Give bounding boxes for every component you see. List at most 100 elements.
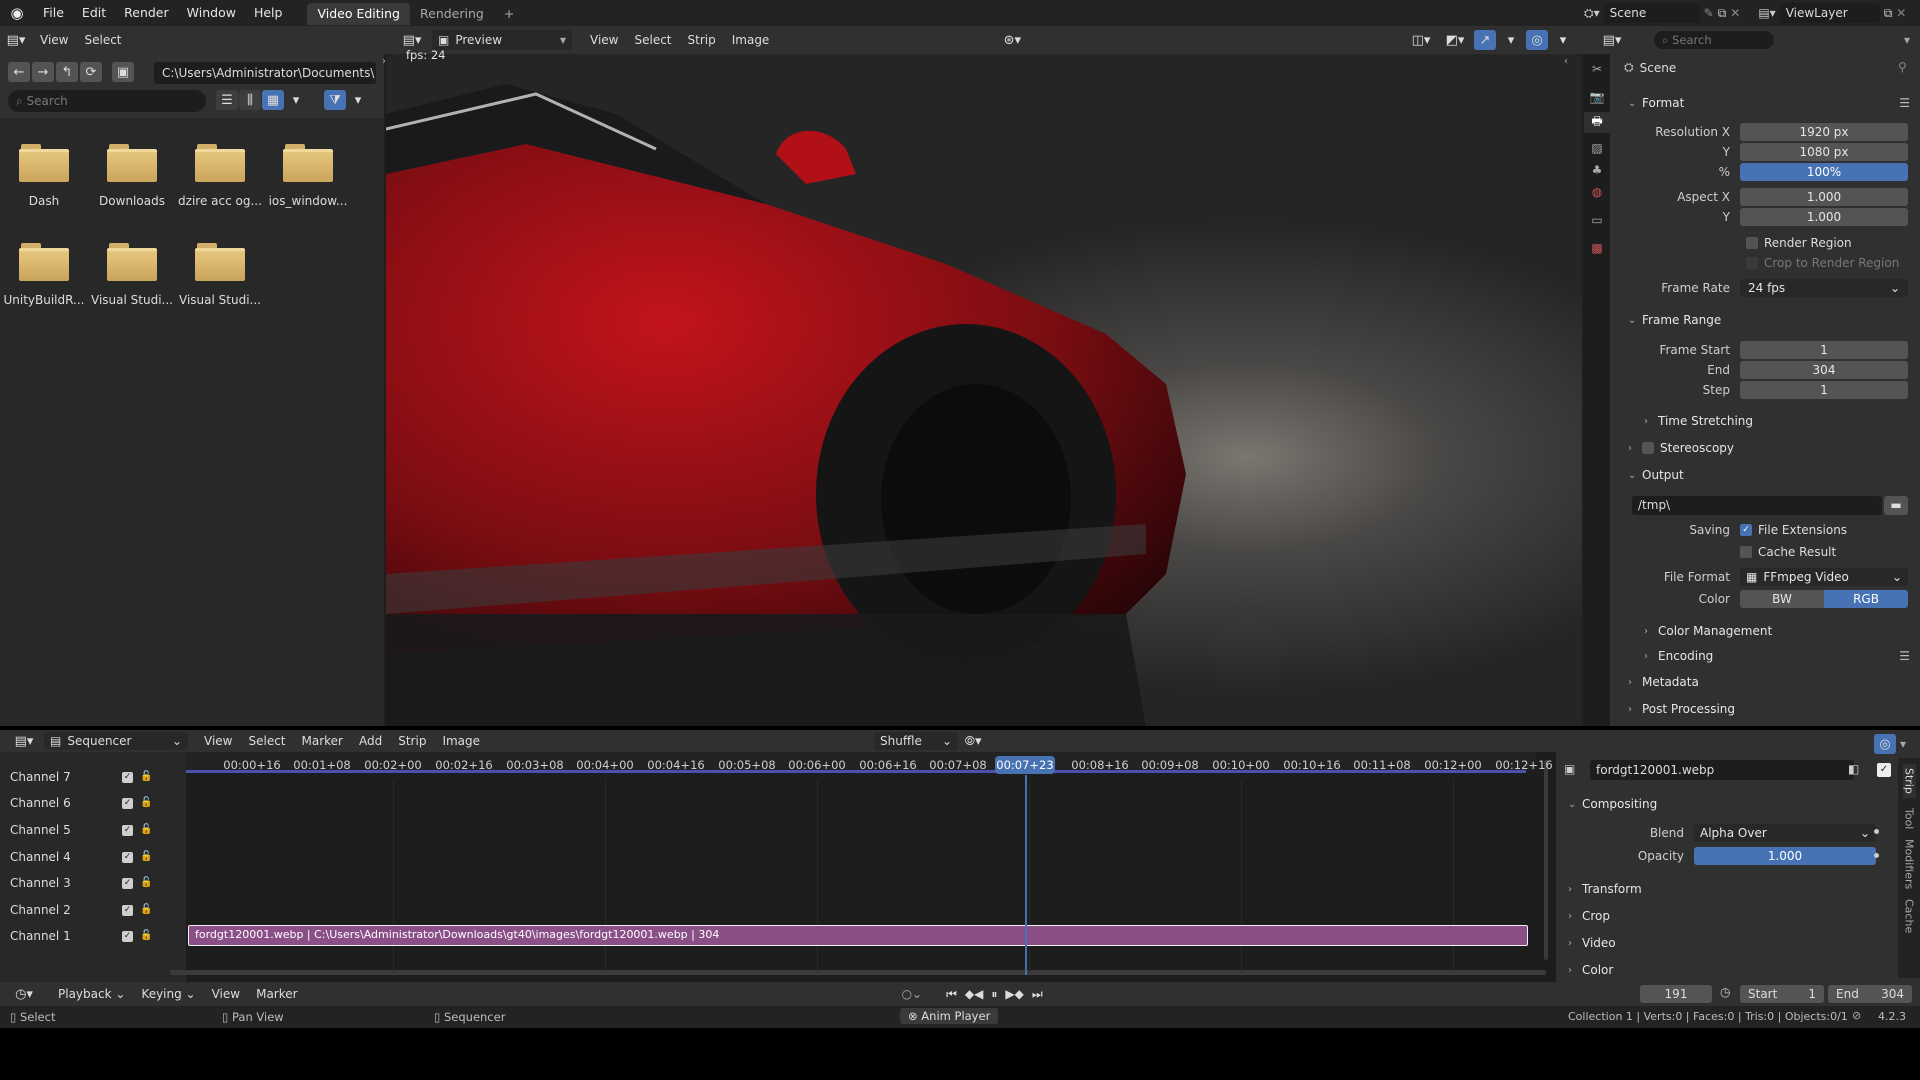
properties-search-input[interactable]: ⌕ Search: [1654, 31, 1774, 49]
timeline-menu-keying[interactable]: Keying ⌄: [133, 987, 203, 1001]
end-frame-field[interactable]: End 304: [1828, 985, 1912, 1003]
section-frame-range[interactable]: ⌄ Frame Range: [1628, 308, 1910, 332]
directory-path-field[interactable]: C:\Users\Administrator\Documents\: [154, 62, 376, 84]
filter-options-icon[interactable]: ▾: [347, 90, 369, 110]
record-icon[interactable]: ○⌄: [902, 987, 923, 1001]
preview-menu-strip[interactable]: Strip: [680, 33, 724, 47]
current-frame-field[interactable]: 191: [1640, 985, 1712, 1003]
scene-name-field[interactable]: Scene: [1603, 3, 1700, 23]
section-stereoscopy[interactable]: › Stereoscopy: [1628, 436, 1910, 460]
tool-tab-icon[interactable]: ✂: [1584, 62, 1610, 76]
pin-properties-icon[interactable]: ⚲: [1898, 60, 1907, 74]
checkbox[interactable]: [1642, 442, 1654, 454]
preview-menu-view[interactable]: View: [582, 33, 626, 47]
seq-menu-view[interactable]: View: [196, 734, 240, 748]
new-view-layer-icon[interactable]: ⧉: [1884, 6, 1893, 21]
toolbar-expand-icon[interactable]: ›: [382, 56, 386, 67]
snap-icon[interactable]: ⦾▾: [958, 731, 988, 751]
channel-label[interactable]: Channel 3: [10, 876, 71, 890]
aspect-x-field[interactable]: 1.000: [1740, 188, 1908, 206]
jump-keyframe-forward-icon[interactable]: ▶◆: [1005, 987, 1023, 1001]
keyframe-dot-icon[interactable]: [1874, 829, 1879, 834]
view-layer-icon[interactable]: ▤▾: [1758, 6, 1775, 20]
editor-type-icon[interactable]: ▤▾: [0, 30, 32, 50]
overlay-icon[interactable]: ◎: [1874, 734, 1896, 754]
file-format-dropdown[interactable]: ▦ FFmpeg Video ⌄: [1740, 568, 1908, 586]
preview-menu-image[interactable]: Image: [724, 33, 778, 47]
keyframe-dot-icon[interactable]: [1874, 853, 1879, 858]
subsection-time-stretching[interactable]: › Time Stretching: [1644, 409, 1920, 433]
output-tab-icon[interactable]: 🖶: [1584, 112, 1610, 133]
scene-icon[interactable]: ⛭▾: [1584, 6, 1600, 21]
section-format[interactable]: ⌄ Format ☰: [1628, 91, 1910, 115]
delete-scene-icon[interactable]: ✕: [1730, 6, 1740, 20]
gizmo-icon[interactable]: ◩▾: [1440, 30, 1470, 50]
channel-label[interactable]: Channel 5: [10, 823, 71, 837]
subsection-encoding[interactable]: › Encoding ☰: [1644, 644, 1910, 668]
folder-item[interactable]: Visual Studi...: [176, 243, 264, 307]
folder-item[interactable]: Downloads: [88, 144, 176, 208]
crop-region-checkbox[interactable]: Crop to Render Region: [1746, 253, 1916, 273]
lock-icon[interactable]: 🔓: [140, 797, 152, 808]
presets-icon[interactable]: ☰: [1899, 96, 1910, 110]
color-rgb-button[interactable]: RGB: [1824, 590, 1908, 608]
chevron-down-icon[interactable]: ▾: [1900, 737, 1906, 751]
channel-mute-checkbox[interactable]: ✓: [122, 825, 133, 836]
folder-item[interactable]: Visual Studi...: [88, 243, 176, 307]
blend-dropdown[interactable]: Alpha Over ⌄: [1694, 824, 1876, 842]
folder-icon[interactable]: ▬: [1884, 496, 1908, 515]
pivot-icon[interactable]: ⊛▾: [997, 30, 1027, 50]
tab-strip[interactable]: Strip: [1902, 764, 1916, 798]
collection-tab-icon[interactable]: ▭: [1584, 213, 1610, 227]
seq-menu-image[interactable]: Image: [434, 734, 488, 748]
lock-icon[interactable]: 🔓: [140, 930, 152, 941]
view-layer-tab-icon[interactable]: ▨: [1584, 141, 1610, 155]
fb-menu-select[interactable]: Select: [76, 33, 129, 47]
image-strip[interactable]: fordgt120001.webp | C:\Users\Administrat…: [188, 925, 1528, 946]
overlay-options-icon[interactable]: ▾: [1552, 30, 1574, 50]
overlay-icon[interactable]: ◎: [1526, 30, 1548, 50]
new-folder-icon[interactable]: ▣: [112, 62, 134, 82]
presets-icon[interactable]: ☰: [1899, 649, 1910, 663]
world-tab-icon[interactable]: ◍: [1584, 185, 1610, 199]
preview-range-icon[interactable]: ◷: [1720, 985, 1730, 999]
view-type-dropdown[interactable]: ▣ Preview ▾: [432, 30, 572, 50]
lock-icon[interactable]: 🔓: [140, 851, 152, 862]
lock-icon[interactable]: 🔓: [140, 877, 152, 888]
view-layer-field[interactable]: ViewLayer: [1779, 3, 1880, 23]
tab-cache[interactable]: Cache: [1903, 899, 1916, 933]
start-frame-field[interactable]: Start 1: [1740, 985, 1824, 1003]
tab-rendering[interactable]: Rendering: [410, 3, 494, 25]
section-output[interactable]: ⌄ Output: [1628, 463, 1910, 487]
section-transform[interactable]: › Transform: [1568, 877, 1888, 901]
channel-mute-checkbox[interactable]: ✓: [122, 931, 133, 942]
add-workspace-button[interactable]: +: [494, 3, 524, 25]
timeline-menu-playback[interactable]: Playback ⌄: [50, 987, 133, 1001]
channel-label[interactable]: Channel 6: [10, 796, 71, 810]
resolution-percent-field[interactable]: 100%: [1740, 163, 1908, 181]
section-crop[interactable]: › Crop: [1568, 904, 1888, 928]
channel-mute-checkbox[interactable]: ✓: [122, 878, 133, 889]
frame-step-field[interactable]: 1: [1740, 381, 1908, 399]
section-compositing[interactable]: ⌄ Compositing: [1568, 792, 1888, 816]
render-region-checkbox[interactable]: Render Region: [1746, 233, 1906, 253]
display-options-icon[interactable]: ▾: [285, 90, 307, 110]
channel-label[interactable]: Channel 1: [10, 929, 71, 943]
lock-icon[interactable]: 🔓: [140, 824, 152, 835]
menu-edit[interactable]: Edit: [73, 0, 115, 26]
fb-menu-view[interactable]: View: [32, 33, 76, 47]
options-chevron-icon[interactable]: ▾: [1904, 33, 1910, 47]
channel-mute-checkbox[interactable]: ✓: [122, 905, 133, 916]
fb-search-input[interactable]: ⌕ Search: [8, 90, 206, 112]
resolution-y-field[interactable]: 1080 px: [1740, 143, 1908, 161]
scene-tab-icon[interactable]: ♣: [1584, 163, 1610, 177]
channel-mute-checkbox[interactable]: ✓: [122, 798, 133, 809]
resolution-x-field[interactable]: 1920 px: [1740, 123, 1908, 141]
folder-item[interactable]: dzire acc og...: [176, 144, 264, 208]
channel-label[interactable]: Channel 4: [10, 850, 71, 864]
display-channels-icon[interactable]: ◫▾: [1406, 30, 1436, 50]
folder-item[interactable]: ios_window...: [264, 144, 352, 208]
frame-end-field[interactable]: 304: [1740, 361, 1908, 379]
editor-type-icon[interactable]: ▤▾: [1596, 30, 1628, 50]
menu-file[interactable]: File: [34, 0, 73, 26]
